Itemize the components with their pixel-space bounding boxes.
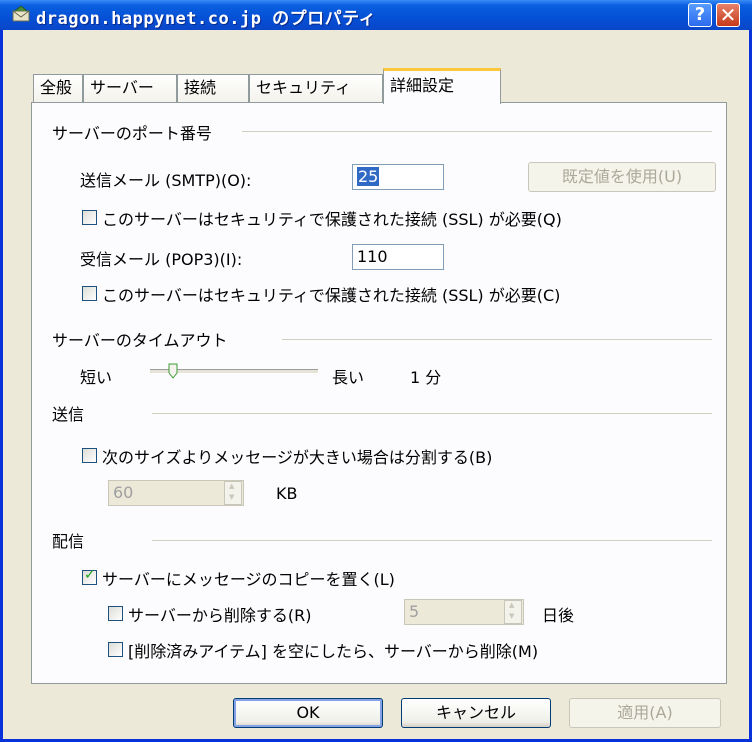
tab-security[interactable]: セキュリティ <box>249 74 383 102</box>
mail-account-icon <box>12 6 30 22</box>
group-title-timeout: サーバーのタイムアウト <box>52 327 234 351</box>
ssl-smtp-label: このサーバーはセキュリティで保護された接続 (SSL) が必要(Q) <box>102 210 562 229</box>
close-button[interactable]: ✕ <box>716 3 740 27</box>
group-title-delivery: 配信 <box>52 528 91 552</box>
use-default-button[interactable]: 既定値を使用(U) <box>528 162 716 192</box>
cancel-button[interactable]: キャンセル <box>401 698 551 728</box>
timeout-short-label: 短い <box>80 368 113 387</box>
window-title: dragon.happynet.co.jp のプロパティ <box>36 9 377 29</box>
split-messages-label: 次のサイズよりメッセージが大きい場合は分割する(B) <box>102 448 493 467</box>
smtp-port-label: 送信メール (SMTP)(O): <box>80 171 252 190</box>
remove-when-deleted-checkbox[interactable] <box>108 642 123 657</box>
remove-after-days-unit: 日後 <box>542 606 575 625</box>
pop3-port-input[interactable]: 110 <box>352 244 444 270</box>
tab-connection[interactable]: 接続 <box>177 74 249 102</box>
timeout-value: 1 分 <box>410 368 442 387</box>
title-bar[interactable]: dragon.happynet.co.jp のプロパティ ? ✕ <box>0 0 752 30</box>
leave-copy-label: サーバーにメッセージのコピーを置く(L) <box>102 570 395 589</box>
timeout-long-label: 長い <box>332 368 365 387</box>
ssl-pop3-label: このサーバーはセキュリティで保護された接続 (SSL) が必要(C) <box>102 286 561 305</box>
tab-advanced[interactable]: 詳細設定 <box>383 68 501 104</box>
group-divider <box>242 131 712 132</box>
remove-after-days-spinner[interactable] <box>504 600 522 624</box>
group-divider <box>152 413 712 414</box>
properties-dialog: dragon.happynet.co.jp のプロパティ ? ✕ 全般 サーバー… <box>0 0 752 742</box>
remove-when-deleted-label: [削除済みアイテム] を空にしたら、サーバーから削除(M) <box>128 642 539 661</box>
split-size-unit: KB <box>276 484 298 503</box>
leave-copy-checkbox[interactable] <box>82 567 97 585</box>
timeout-slider-thumb[interactable] <box>168 363 178 379</box>
ok-button[interactable]: OK <box>233 698 383 728</box>
remove-after-checkbox[interactable] <box>108 606 123 621</box>
ssl-pop3-checkbox[interactable] <box>82 286 97 301</box>
ssl-smtp-checkbox[interactable] <box>82 210 97 225</box>
split-size-spinner[interactable] <box>224 481 242 505</box>
tab-servers[interactable]: サーバー <box>83 74 177 102</box>
pop3-port-label: 受信メール (POP3)(I): <box>80 250 243 269</box>
split-messages-checkbox[interactable] <box>82 448 97 463</box>
apply-button[interactable]: 適用(A) <box>569 698 721 728</box>
tab-general[interactable]: 全般 <box>33 74 83 102</box>
group-divider <box>152 540 712 541</box>
help-button[interactable]: ? <box>688 3 712 27</box>
group-title-ports: サーバーのポート番号 <box>52 120 218 144</box>
advanced-panel: サーバーのポート番号 送信メール (SMTP)(O): 25 既定値を使用(U)… <box>31 102 727 684</box>
smtp-port-input[interactable]: 25 <box>352 164 444 190</box>
group-divider <box>282 339 712 340</box>
group-title-send: 送信 <box>52 401 91 425</box>
remove-after-label: サーバーから削除する(R) <box>128 606 312 625</box>
